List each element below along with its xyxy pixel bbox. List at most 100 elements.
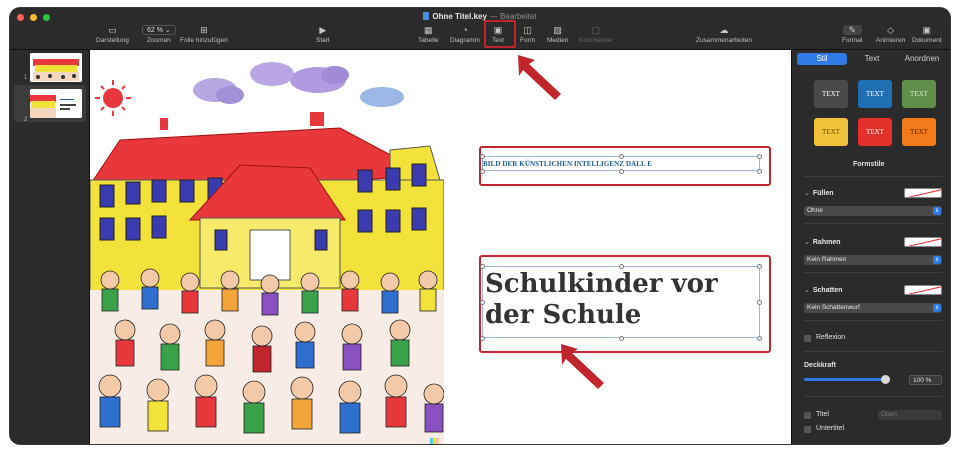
sidebar-icon: ▭ [108,25,117,35]
fill-color-well[interactable] [904,188,942,198]
title-position-dropdown[interactable]: Oben [878,410,942,420]
style-swatch[interactable]: TEXT [858,118,892,146]
comment-button[interactable]: ▢ Kommentar [579,25,613,44]
media-button[interactable]: ▨ Medien [547,25,568,44]
border-section[interactable]: ⌄ Rahmen [804,238,841,246]
table-label: Tabelle [418,37,439,44]
chart-button[interactable]: ◔ Diagramm [450,25,480,44]
text-button-highlight [484,20,516,48]
slide-thumbnail-image [30,53,82,82]
slide-canvas[interactable]: BILD DER KÜNSTLICHEN INTELLIGENZ DALL E … [90,50,791,444]
slide-caption[interactable]: BILD DER KÜNSTLICHEN INTELLIGENZ DALL E [483,160,652,168]
opacity-value: 100 % [913,377,932,384]
resize-handle[interactable] [619,154,624,159]
reflection-label: Reflexion [816,334,846,341]
border-dropdown[interactable]: Kein Rahmen ⇕ [804,255,942,265]
tab-style[interactable]: Stil [797,53,847,65]
add-slide-button[interactable]: ⊞ Folie hinzufügen [180,25,228,44]
toolbar: Ohne Titel.key — Bearbeitet ▭ Darstellung… [10,8,950,50]
shadow-section[interactable]: ⌄ Schatten [804,286,842,294]
shadow-dropdown[interactable]: Kein Schattenwurf ⇕ [804,303,942,313]
window-title: Ohne Titel.key [432,12,487,21]
chevron-updown-icon: ⇕ [933,304,941,312]
slide-image[interactable] [90,50,444,444]
shadow-color-well[interactable] [904,285,942,295]
format-label: Format [842,37,863,44]
slide-thumbnail-1[interactable] [30,53,82,82]
collaborate-label: Zusammenarbeiten [696,37,752,44]
slide-thumbnail-2[interactable] [30,89,82,118]
shape-icon: ◫ [523,25,532,35]
chevron-down-icon: ⌄ [804,190,810,197]
shape-button[interactable]: ◫ Form [520,25,535,44]
tab-text[interactable]: Text [847,53,897,65]
subtitle-checkbox[interactable] [804,426,811,433]
media-label: Medien [547,37,569,44]
resize-handle[interactable] [619,336,624,341]
chart-icon: ◔ [462,25,468,35]
opacity-input[interactable]: 100 % [909,375,942,385]
fill-label: Füllen [812,190,834,197]
table-button[interactable]: ▦ Tabelle [418,25,439,44]
resize-handle[interactable] [757,264,762,269]
chevron-down-icon: ⌄ [804,287,810,294]
format-button[interactable]: ✎ Format [842,25,863,44]
divider [804,396,942,397]
title-position-value: Oben [881,411,897,418]
arrow-annotation-text-button [518,55,561,100]
opacity-slider-knob[interactable] [881,375,890,384]
resize-handle[interactable] [757,169,762,174]
slide-thumbnail-image [30,89,82,118]
shadow-label: Schatten [812,287,843,294]
resize-handle[interactable] [757,336,762,341]
play-label: Start [316,37,330,44]
document-button[interactable]: ▣ Dokument [912,25,942,44]
shape-label: Form [520,37,536,44]
add-slide-label: Folie hinzufügen [180,37,228,44]
color-marker [430,438,439,444]
animate-icon: ◇ [887,25,895,35]
resize-handle[interactable] [757,300,762,305]
style-swatch[interactable]: TEXT [902,118,936,146]
keynote-document-icon [423,12,430,20]
resize-handle[interactable] [480,154,485,159]
resize-handle[interactable] [619,264,624,269]
resize-handle[interactable] [480,264,485,269]
resize-handle[interactable] [480,169,485,174]
style-swatch[interactable]: TEXT [814,118,848,146]
divider [804,351,942,352]
shadow-value: Kein Schattenwurf [807,304,860,311]
document-label: Dokument [912,37,942,44]
zoom-value-text: 62 % [147,27,163,34]
subtitle-label: Untertitel [816,425,845,432]
fill-section[interactable]: ⌄ Füllen [804,189,834,197]
resize-handle[interactable] [619,169,624,174]
style-swatch[interactable]: TEXT [902,80,936,108]
format-inspector: Stil Text Anordnen TEXT TEXT TEXT TEXT T… [791,50,950,444]
animate-button[interactable]: ◇ Animieren [876,25,905,44]
resize-handle[interactable] [480,336,485,341]
zoom-value: 62 % ⌄ [142,25,176,35]
title-checkbox[interactable] [804,412,811,419]
view-button[interactable]: ▭ Darstellung [96,25,129,44]
document-icon: ▣ [922,25,932,35]
resize-handle[interactable] [480,300,485,305]
fill-dropdown[interactable]: Ohne ⇕ [804,206,942,216]
style-swatch[interactable]: TEXT [858,80,892,108]
paintbrush-icon: ✎ [842,25,863,35]
resize-handle[interactable] [757,154,762,159]
style-swatch[interactable]: TEXT [814,80,848,108]
opacity-slider-fill [804,378,890,381]
view-label: Darstellung [96,37,129,44]
opacity-slider[interactable] [804,375,890,384]
reflection-checkbox[interactable] [804,335,811,342]
border-color-well[interactable] [904,237,942,247]
collaborate-button[interactable]: ☁ Zusammenarbeiten [696,25,752,44]
shape-styles-grid: TEXT TEXT TEXT TEXT TEXT TEXT [814,80,936,146]
tab-arrange[interactable]: Anordnen [897,53,947,65]
keynote-window: Ohne Titel.key — Bearbeitet ▭ Darstellung… [10,8,950,444]
slide-title[interactable]: Schulkinder vor der Schule [485,269,755,331]
play-button[interactable]: ▶ Start [316,25,330,44]
zoom-button[interactable]: 62 % ⌄ Zoomen [142,25,176,44]
opacity-label: Deckkraft [804,362,836,369]
